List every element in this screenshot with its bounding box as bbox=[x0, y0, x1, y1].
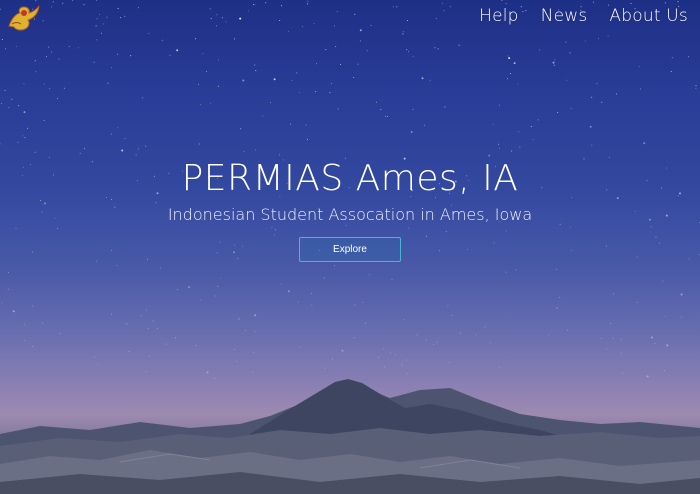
nav-link-about-us[interactable]: About Us bbox=[609, 6, 688, 26]
mountain-landscape-image bbox=[0, 379, 700, 494]
hero-section: Help News About Us PERMIAS Ames, IA Indo… bbox=[0, 0, 700, 494]
hero-title: PERMIAS Ames, IA bbox=[181, 158, 519, 199]
hero-subtitle: Indonesian Student Assocation in Ames, I… bbox=[167, 205, 533, 224]
nav-link-news[interactable]: News bbox=[541, 6, 588, 26]
explore-button[interactable]: Explore bbox=[299, 237, 401, 262]
nav-link-help[interactable]: Help bbox=[479, 6, 519, 26]
garuda-logo-icon[interactable] bbox=[6, 4, 40, 32]
main-nav: Help News About Us bbox=[457, 6, 688, 26]
